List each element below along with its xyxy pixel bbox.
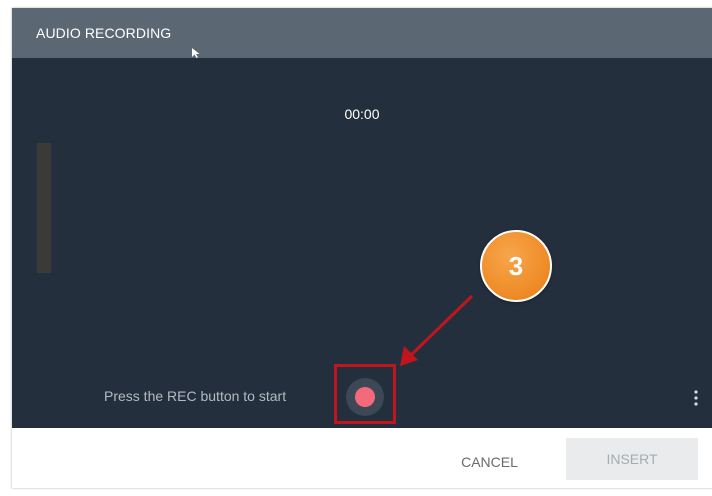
step-number-badge: 3 — [480, 230, 552, 302]
annotation-highlight-box — [334, 364, 396, 424]
